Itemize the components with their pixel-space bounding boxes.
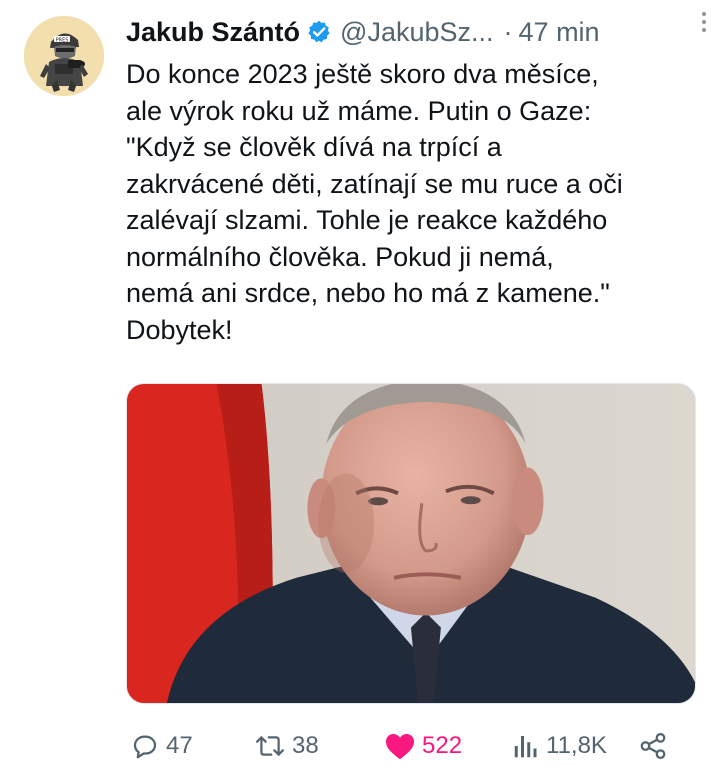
tweet-text-line: Do konce 2023 ještě skoro dva měsíce, bbox=[126, 59, 599, 89]
verified-badge-icon bbox=[306, 19, 332, 45]
svg-text:PRES: PRES bbox=[56, 38, 69, 44]
share-button[interactable] bbox=[638, 726, 668, 766]
tweet-text-line: zakrvácené děti, zatínají se mu ruce a o… bbox=[126, 168, 623, 199]
tweet-text-line: Dobytek! bbox=[126, 314, 233, 345]
portrait-photo bbox=[127, 384, 695, 703]
tweet-text-line: zalévají slzami. Tohle je reakce každého bbox=[126, 205, 608, 235]
author-name[interactable]: Jakub Szántó bbox=[126, 17, 300, 48]
retweet-button[interactable]: 38 bbox=[254, 726, 319, 766]
tweet-text-line: "Když se člověk dívá na trpící a bbox=[126, 132, 502, 162]
reply-button[interactable]: 47 bbox=[130, 726, 193, 766]
avatar[interactable]: PRES bbox=[24, 16, 104, 96]
author-handle[interactable]: @JakubSz... bbox=[340, 17, 493, 48]
reply-count: 47 bbox=[166, 732, 193, 759]
tweet-timestamp[interactable]: 47 min bbox=[519, 17, 600, 48]
share-icon bbox=[640, 733, 666, 759]
meta-separator: · bbox=[503, 16, 513, 47]
avatar-soldier-illustration: PRES bbox=[24, 16, 104, 96]
heart-icon bbox=[386, 734, 414, 760]
views-button[interactable]: 11,8K bbox=[512, 726, 607, 766]
retweet-count: 38 bbox=[292, 732, 319, 759]
like-count: 522 bbox=[422, 732, 463, 759]
tweet-header: Jakub Szántó @JakubSz... · 47 min bbox=[126, 12, 698, 52]
views-icon bbox=[514, 736, 537, 758]
reply-icon bbox=[133, 735, 157, 759]
action-bar: 47 38 522 11,8K bbox=[126, 726, 696, 766]
more-dots-icon[interactable] bbox=[692, 8, 716, 36]
views-count: 11,8K bbox=[546, 732, 607, 759]
tweet-text-line: nemá ani srdce, nebo ho má z kamene." bbox=[126, 278, 610, 308]
tweet-text-line: ale výrok roku už máme. Putin o Gaze: bbox=[126, 95, 592, 126]
like-button[interactable]: 522 bbox=[384, 726, 462, 766]
retweet-icon bbox=[255, 736, 285, 756]
tweet-photo[interactable] bbox=[126, 383, 696, 704]
tweet: PRES Jakub Szántó @JakubSz... · 47 min D… bbox=[0, 0, 718, 782]
tweet-text-line: normálního člověka. Pokud ji nemá, bbox=[126, 241, 554, 272]
tweet-text: Do konce 2023 ještě skoro dva měsíce, al… bbox=[126, 56, 696, 348]
